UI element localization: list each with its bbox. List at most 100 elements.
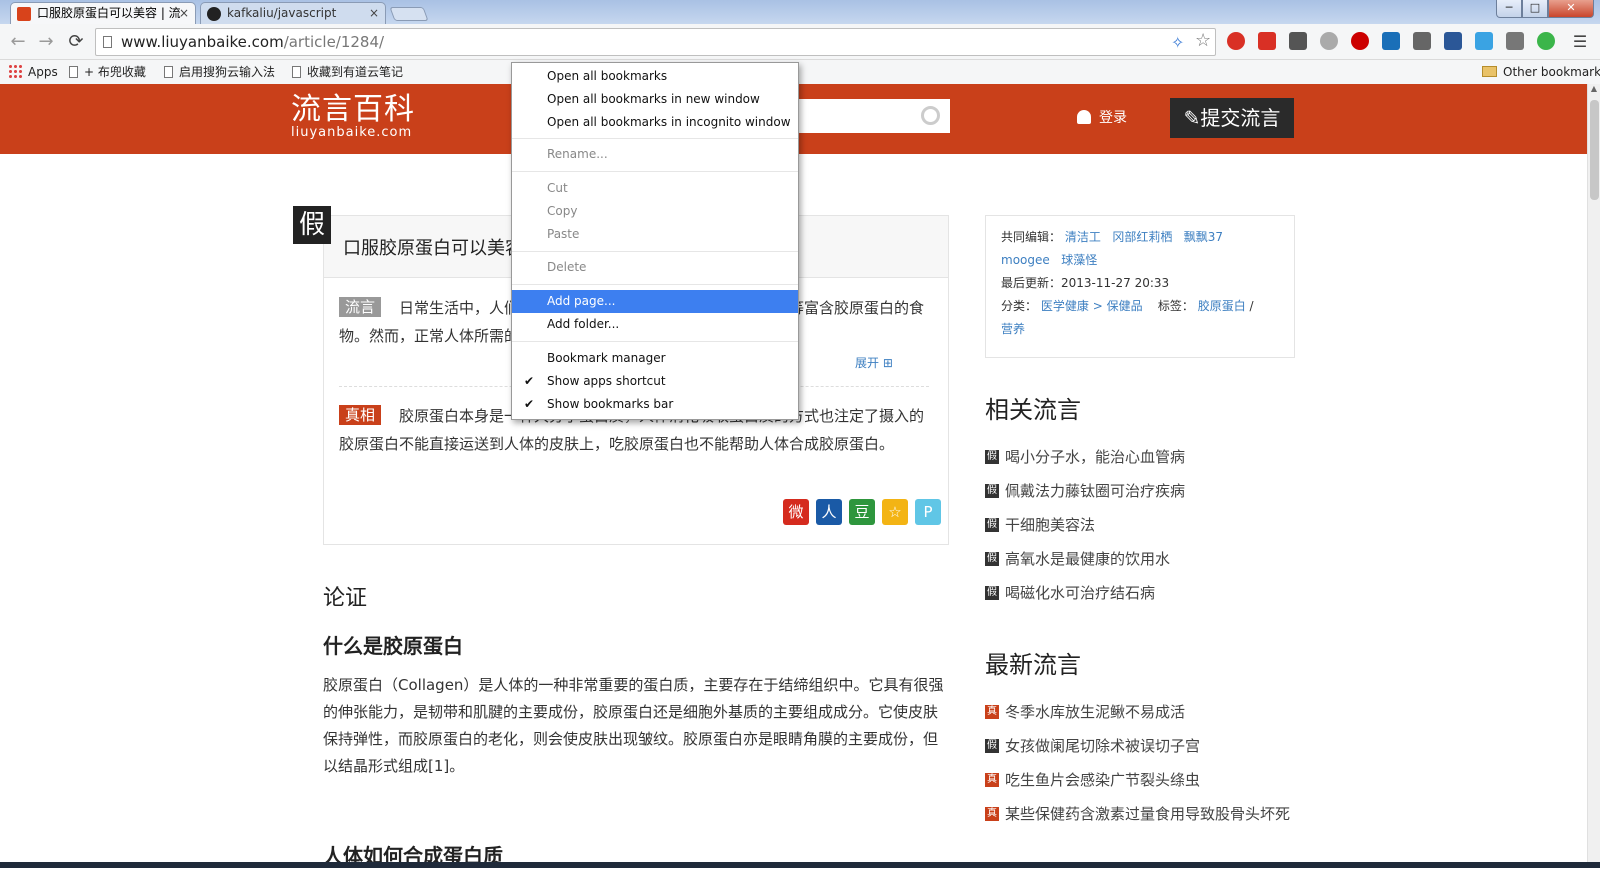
expand-link[interactable]: 展开 ⊞ (855, 354, 893, 371)
other-bookmarks[interactable]: Other bookmarks (1482, 60, 1600, 84)
pocket-icon[interactable] (1289, 32, 1307, 50)
translate-icon[interactable]: ✧ (1171, 33, 1184, 52)
tab-github[interactable]: kafkaliu/javascript × (200, 2, 386, 24)
v-ext-icon[interactable] (1382, 32, 1400, 50)
tag-link[interactable]: 胶原蛋白 (1198, 299, 1246, 313)
url-path: /article/1284/ (283, 33, 385, 51)
article-title: 口服胶原蛋白可以美容 (343, 238, 523, 259)
list-item[interactable]: 真某些保健药含激素过量食用导致股骨头坏死 (985, 797, 1305, 857)
qzone-share-icon[interactable]: ☆ (882, 499, 908, 525)
site-logo[interactable]: 流言百科 liuyanbaike.com (291, 94, 421, 142)
tab-active-article[interactable]: 口服胶原蛋白可以美容 | 流 × (10, 2, 196, 24)
glasses-icon[interactable] (1413, 32, 1431, 50)
editor-link[interactable]: moogee (1001, 253, 1050, 267)
bookmark-label: Apps (28, 65, 58, 79)
logo-text: 流言百科 (291, 92, 415, 127)
globe-icon[interactable] (1320, 32, 1338, 50)
menu-separator (512, 251, 798, 252)
address-bar[interactable]: www.liuyanbaike.com/article/1284/ ✧ ☆ (95, 28, 1216, 56)
bookmarks-context-menu: Open all bookmarks Open all bookmarks in… (511, 62, 799, 420)
menu-add-folder[interactable]: Add folder... (512, 313, 798, 336)
category-separator: > (1092, 299, 1103, 313)
editor-link[interactable]: 球藻怪 (1061, 253, 1097, 267)
tag-link[interactable]: 营养 (1001, 322, 1025, 336)
scroll-up-arrow-icon[interactable]: ▲ (1588, 84, 1600, 98)
page-scrollbar[interactable]: ▲ (1587, 84, 1600, 868)
minimize-button[interactable]: ─ (1496, 0, 1522, 18)
tab-close-icon[interactable]: × (369, 3, 379, 24)
checkmark-icon: ✔ (524, 374, 535, 388)
github-favicon-icon (207, 7, 221, 21)
list-item[interactable]: 假佩戴法力藤钛圈可治疗疾病 (985, 474, 1305, 508)
puzzle-icon[interactable] (1506, 32, 1524, 50)
related-list: 假喝小分子水，能治心血管病 假佩戴法力藤钛圈可治疗疾病 假干细胞美容法 假高氧水… (985, 440, 1305, 610)
login-label: 登录 (1099, 110, 1127, 126)
editor-link[interactable]: 飘飘37 (1184, 230, 1223, 244)
list-item-text: 某些保健药含激素过量食用导致股骨头坏死 (1005, 805, 1291, 823)
tags-label: 标签： (1157, 299, 1194, 313)
menu-open-all[interactable]: Open all bookmarks (512, 65, 798, 88)
category-label: 分类： (1001, 299, 1038, 313)
edit-ext-icon[interactable] (1475, 32, 1493, 50)
bookmark-label: + 布兜收藏 (84, 65, 146, 79)
green-ext-icon[interactable] (1537, 32, 1555, 50)
list-item[interactable]: 假高氧水是最健康的饮用水 (985, 542, 1305, 576)
editor-link[interactable]: 冈部红莉栖 (1112, 230, 1172, 244)
site-search-input[interactable] (795, 99, 950, 133)
list-item[interactable]: 真吃生鱼片会感染广节裂头绦虫 (985, 763, 1305, 797)
updated-label: 最后更新： (1001, 276, 1062, 290)
bookmark-sogou[interactable]: 启用搜狗云输入法 (164, 60, 275, 84)
menu-show-apps-shortcut[interactable]: ✔ Show apps shortcut (512, 370, 798, 393)
editor-link[interactable]: 清洁工 (1065, 230, 1101, 244)
search-icon[interactable] (921, 106, 940, 125)
list-item[interactable]: 假干细胞美容法 (985, 508, 1305, 542)
other-bookmarks-label: Other bookmarks (1503, 65, 1600, 79)
login-link[interactable]: 登录 (1077, 106, 1127, 130)
menu-show-bookmarks-bar[interactable]: ✔ Show bookmarks bar (512, 393, 798, 416)
weibo-ext-icon[interactable] (1258, 32, 1276, 50)
maximize-button[interactable]: □ (1522, 0, 1548, 18)
menu-paste: Paste (547, 227, 580, 241)
subcategory-link[interactable]: 保健品 (1107, 299, 1143, 313)
pengyou-share-icon[interactable]: P (915, 499, 941, 525)
list-item-text: 佩戴法力藤钛圈可治疗疾病 (1005, 482, 1186, 500)
checkmark-icon: ✔ (524, 397, 535, 411)
tab-title: kafkaliu/javascript (227, 6, 337, 20)
browser-toolbar: ← → ⟳ www.liuyanbaike.com/article/1284/ … (0, 24, 1600, 60)
list-item[interactable]: 假喝磁化水可治疗结石病 (985, 576, 1305, 610)
user-icon (1077, 110, 1091, 124)
verdict-mark: 真 (985, 773, 999, 787)
list-item[interactable]: 真冬季水库放生泥鳅不易成活 (985, 695, 1305, 729)
adblock-icon[interactable] (1227, 32, 1245, 50)
menu-open-all-new-window[interactable]: Open all bookmarks in new window (512, 88, 798, 111)
forward-arrow-icon[interactable]: → (34, 30, 58, 54)
list-item[interactable]: 假女孩做阑尾切除术被误切子宫 (985, 729, 1305, 763)
back-arrow-icon[interactable]: ← (6, 30, 30, 54)
stop-icon[interactable] (1351, 32, 1369, 50)
tab-close-icon[interactable]: × (179, 3, 189, 24)
menu-icon[interactable]: ☰ (1568, 30, 1592, 54)
bookmark-budou[interactable]: + 布兜收藏 (69, 60, 146, 84)
reload-icon[interactable]: ⟳ (64, 30, 88, 54)
menu-cut: Cut (547, 181, 568, 195)
menu-add-page[interactable]: Add page... (512, 290, 798, 313)
new-tab-button[interactable] (389, 7, 429, 21)
verdict-mark: 假 (985, 484, 999, 498)
close-window-button[interactable]: ✕ (1548, 0, 1594, 18)
url-text[interactable]: www.liuyanbaike.com/article/1284/ (121, 29, 384, 55)
submit-rumor-button[interactable]: ✎提交流言 (1170, 98, 1294, 138)
list-item[interactable]: 假喝小分子水，能治心血管病 (985, 440, 1305, 474)
category-link[interactable]: 医学健康 (1041, 299, 1089, 313)
verdict-mark: 假 (985, 586, 999, 600)
renren-share-icon[interactable]: 人 (816, 499, 842, 525)
section-heading: 论证 (323, 586, 368, 611)
menu-bookmark-manager[interactable]: Bookmark manager (512, 347, 798, 370)
bookmark-youdao[interactable]: 收藏到有道云笔记 (292, 60, 403, 84)
word-icon[interactable] (1444, 32, 1462, 50)
scrollbar-thumb[interactable] (1590, 100, 1599, 200)
bookmark-star-icon[interactable]: ☆ (1195, 30, 1211, 51)
douban-share-icon[interactable]: 豆 (849, 499, 875, 525)
bookmark-apps[interactable]: Apps (8, 60, 58, 84)
menu-open-all-incognito[interactable]: Open all bookmarks in incognito window (512, 111, 798, 134)
weibo-share-icon[interactable]: 微 (783, 499, 809, 525)
